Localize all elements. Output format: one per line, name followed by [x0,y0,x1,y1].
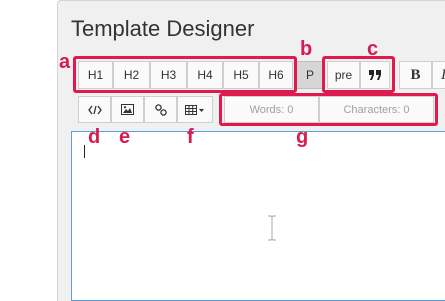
table-button[interactable] [177,96,213,123]
link-button[interactable] [144,96,177,123]
code-icon [87,105,102,115]
annotation-box-g [219,93,438,126]
annotation-letter-f: f [187,126,194,148]
page-title: Template Designer [71,16,255,41]
annotation-box-c [322,56,395,93]
annotation-letter-b: b [300,38,313,60]
paragraph-button[interactable]: P [296,61,324,89]
text-caret [84,145,85,158]
table-icon [185,104,205,115]
editor-area[interactable] [71,131,445,301]
annotation-box-a [73,56,297,93]
annotation-letter-g: g [296,126,309,148]
annotation-letter-d: d [88,126,101,148]
image-button[interactable] [111,96,144,123]
text-cursor-icon [266,215,278,241]
link-icon [154,103,167,116]
code-button[interactable] [78,96,111,123]
annotation-letter-a: a [59,51,71,73]
annotation-letter-c: c [367,38,379,60]
image-icon [121,104,134,115]
annotation-letter-e: e [119,126,131,148]
italic-button[interactable]: I [432,61,445,89]
bold-button[interactable]: B [399,61,432,89]
